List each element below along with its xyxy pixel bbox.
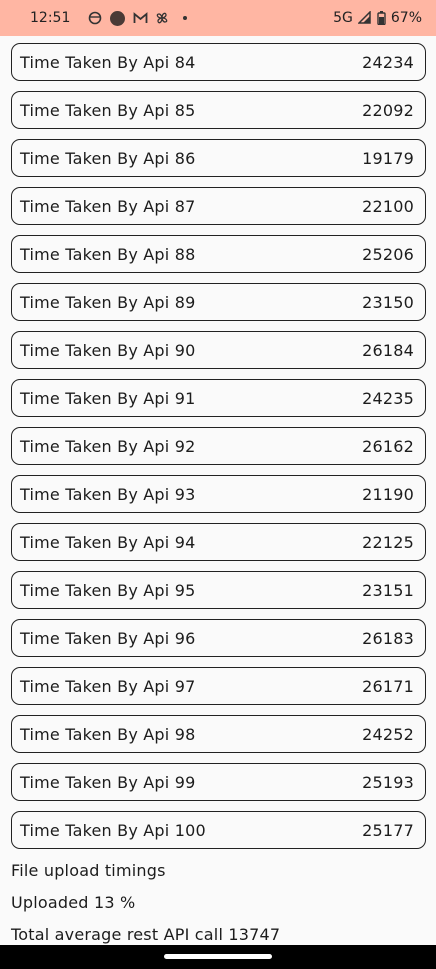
api-time-value: 26184 xyxy=(362,340,414,360)
list-item[interactable]: Time Taken By Api 87 22100 xyxy=(11,187,426,225)
api-label: Time Taken By Api 90 xyxy=(20,340,196,360)
battery-level: 67% xyxy=(390,10,422,26)
list-item[interactable]: Time Taken By Api 91 24235 xyxy=(11,379,426,417)
list-item[interactable]: Time Taken By Api 92 26162 xyxy=(11,427,426,465)
list-item[interactable]: Time Taken By Api 95 23151 xyxy=(11,571,426,609)
api-time-value: 26162 xyxy=(362,436,414,456)
api-time-value: 24235 xyxy=(362,388,414,408)
api-time-value: 25177 xyxy=(362,820,414,840)
pinwheel-icon xyxy=(155,11,169,25)
api-label: Time Taken By Api 84 xyxy=(20,52,196,72)
api-label: Time Taken By Api 94 xyxy=(20,532,196,552)
face-icon xyxy=(88,11,102,25)
api-label: Time Taken By Api 100 xyxy=(20,820,206,840)
notification-dot-icon xyxy=(183,16,188,20)
api-label: Time Taken By Api 91 xyxy=(20,388,196,408)
record-icon xyxy=(110,10,126,26)
api-label: Time Taken By Api 99 xyxy=(20,772,196,792)
api-time-value: 24234 xyxy=(362,52,414,72)
section-title: File upload timings xyxy=(11,861,166,880)
api-time-value: 26171 xyxy=(362,676,414,696)
api-time-value: 21190 xyxy=(362,484,414,504)
average-api-time-text: Total average rest API call 13747 xyxy=(11,925,281,944)
battery-icon xyxy=(377,11,386,26)
api-time-value: 25206 xyxy=(362,244,414,264)
api-time-value: 25193 xyxy=(362,772,414,792)
navigation-bar xyxy=(0,945,436,969)
clock: 12:51 xyxy=(30,10,71,26)
gmail-icon xyxy=(133,11,148,25)
list-item[interactable]: Time Taken By Api 86 19179 xyxy=(11,139,426,177)
list-item[interactable]: Time Taken By Api 96 26183 xyxy=(11,619,426,657)
api-time-value: 22092 xyxy=(362,100,414,120)
api-time-value: 24252 xyxy=(362,724,414,744)
api-time-value: 23151 xyxy=(362,580,414,600)
upload-progress-text: Uploaded 13 % xyxy=(11,893,136,912)
api-time-value: 22100 xyxy=(362,196,414,216)
list-item[interactable]: Time Taken By Api 88 25206 xyxy=(11,235,426,273)
status-bar: 12:51 5G 67% xyxy=(0,0,436,36)
api-label: Time Taken By Api 89 xyxy=(20,292,196,312)
list-item[interactable]: Time Taken By Api 99 25193 xyxy=(11,763,426,801)
signal-icon xyxy=(357,10,372,25)
list-item[interactable]: Time Taken By Api 84 24234 xyxy=(11,43,426,81)
api-label: Time Taken By Api 97 xyxy=(20,676,196,696)
list-item[interactable]: Time Taken By Api 89 23150 xyxy=(11,283,426,321)
api-label: Time Taken By Api 86 xyxy=(20,148,196,168)
home-gesture-handle[interactable] xyxy=(164,954,272,959)
list-item[interactable]: Time Taken By Api 94 22125 xyxy=(11,523,426,561)
list-item[interactable]: Time Taken By Api 85 22092 xyxy=(11,91,426,129)
api-label: Time Taken By Api 98 xyxy=(20,724,196,744)
list-item[interactable]: Time Taken By Api 100 25177 xyxy=(11,811,426,849)
api-label: Time Taken By Api 92 xyxy=(20,436,196,456)
network-label: 5G xyxy=(333,10,353,26)
list-item[interactable]: Time Taken By Api 98 24252 xyxy=(11,715,426,753)
list-item[interactable]: Time Taken By Api 97 26171 xyxy=(11,667,426,705)
list-item[interactable]: Time Taken By Api 93 21190 xyxy=(11,475,426,513)
api-label: Time Taken By Api 85 xyxy=(20,100,196,120)
api-time-value: 22125 xyxy=(362,532,414,552)
api-label: Time Taken By Api 95 xyxy=(20,580,196,600)
api-label: Time Taken By Api 93 xyxy=(20,484,196,504)
api-time-value: 23150 xyxy=(362,292,414,312)
api-label: Time Taken By Api 88 xyxy=(20,244,196,264)
api-label: Time Taken By Api 87 xyxy=(20,196,196,216)
api-time-value: 19179 xyxy=(362,148,414,168)
list-item[interactable]: Time Taken By Api 90 26184 xyxy=(11,331,426,369)
api-label: Time Taken By Api 96 xyxy=(20,628,196,648)
api-time-value: 26183 xyxy=(362,628,414,648)
